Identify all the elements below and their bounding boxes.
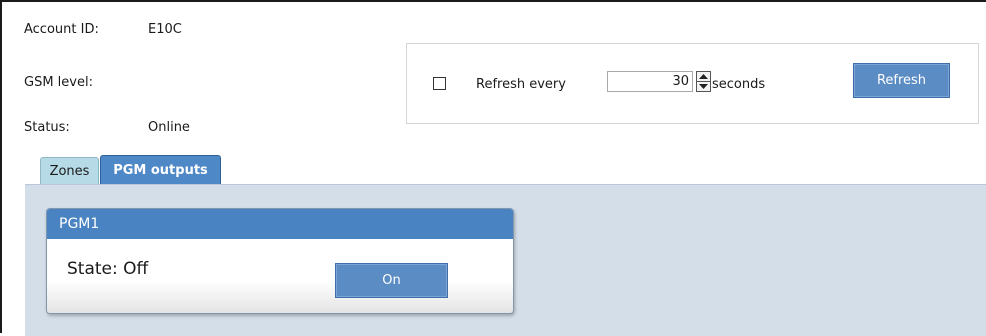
refresh-button[interactable]: Refresh [853, 63, 950, 98]
pgm-output-name: PGM1 [47, 209, 513, 239]
chevron-up-icon[interactable] [697, 72, 710, 82]
account-id-value: E10C [148, 22, 182, 37]
refresh-interval-stepper [696, 71, 711, 92]
refresh-checkbox[interactable] [433, 77, 446, 90]
pgm-output-state: State: Off [67, 259, 149, 279]
tab-zones[interactable]: Zones [40, 157, 99, 184]
refresh-every-label: Refresh every [476, 77, 566, 92]
status-label: Status: [24, 120, 70, 135]
chevron-down-icon[interactable] [697, 82, 710, 91]
pgm-on-button[interactable]: On [335, 263, 448, 298]
pgm-output-card: PGM1 State: Off On [46, 208, 514, 314]
refresh-interval-input[interactable] [607, 71, 693, 92]
gsm-level-label: GSM level: [24, 75, 93, 90]
refresh-group: Refresh every seconds Refresh [406, 43, 979, 124]
app-window: Account ID: E10C GSM level: Status: Onli… [0, 0, 986, 336]
account-id-label: Account ID: [24, 22, 99, 37]
seconds-label: seconds [712, 77, 766, 92]
status-value: Online [148, 120, 190, 135]
pgm-output-body: State: Off On [47, 239, 513, 313]
tab-pgm-outputs[interactable]: PGM outputs [100, 155, 221, 184]
